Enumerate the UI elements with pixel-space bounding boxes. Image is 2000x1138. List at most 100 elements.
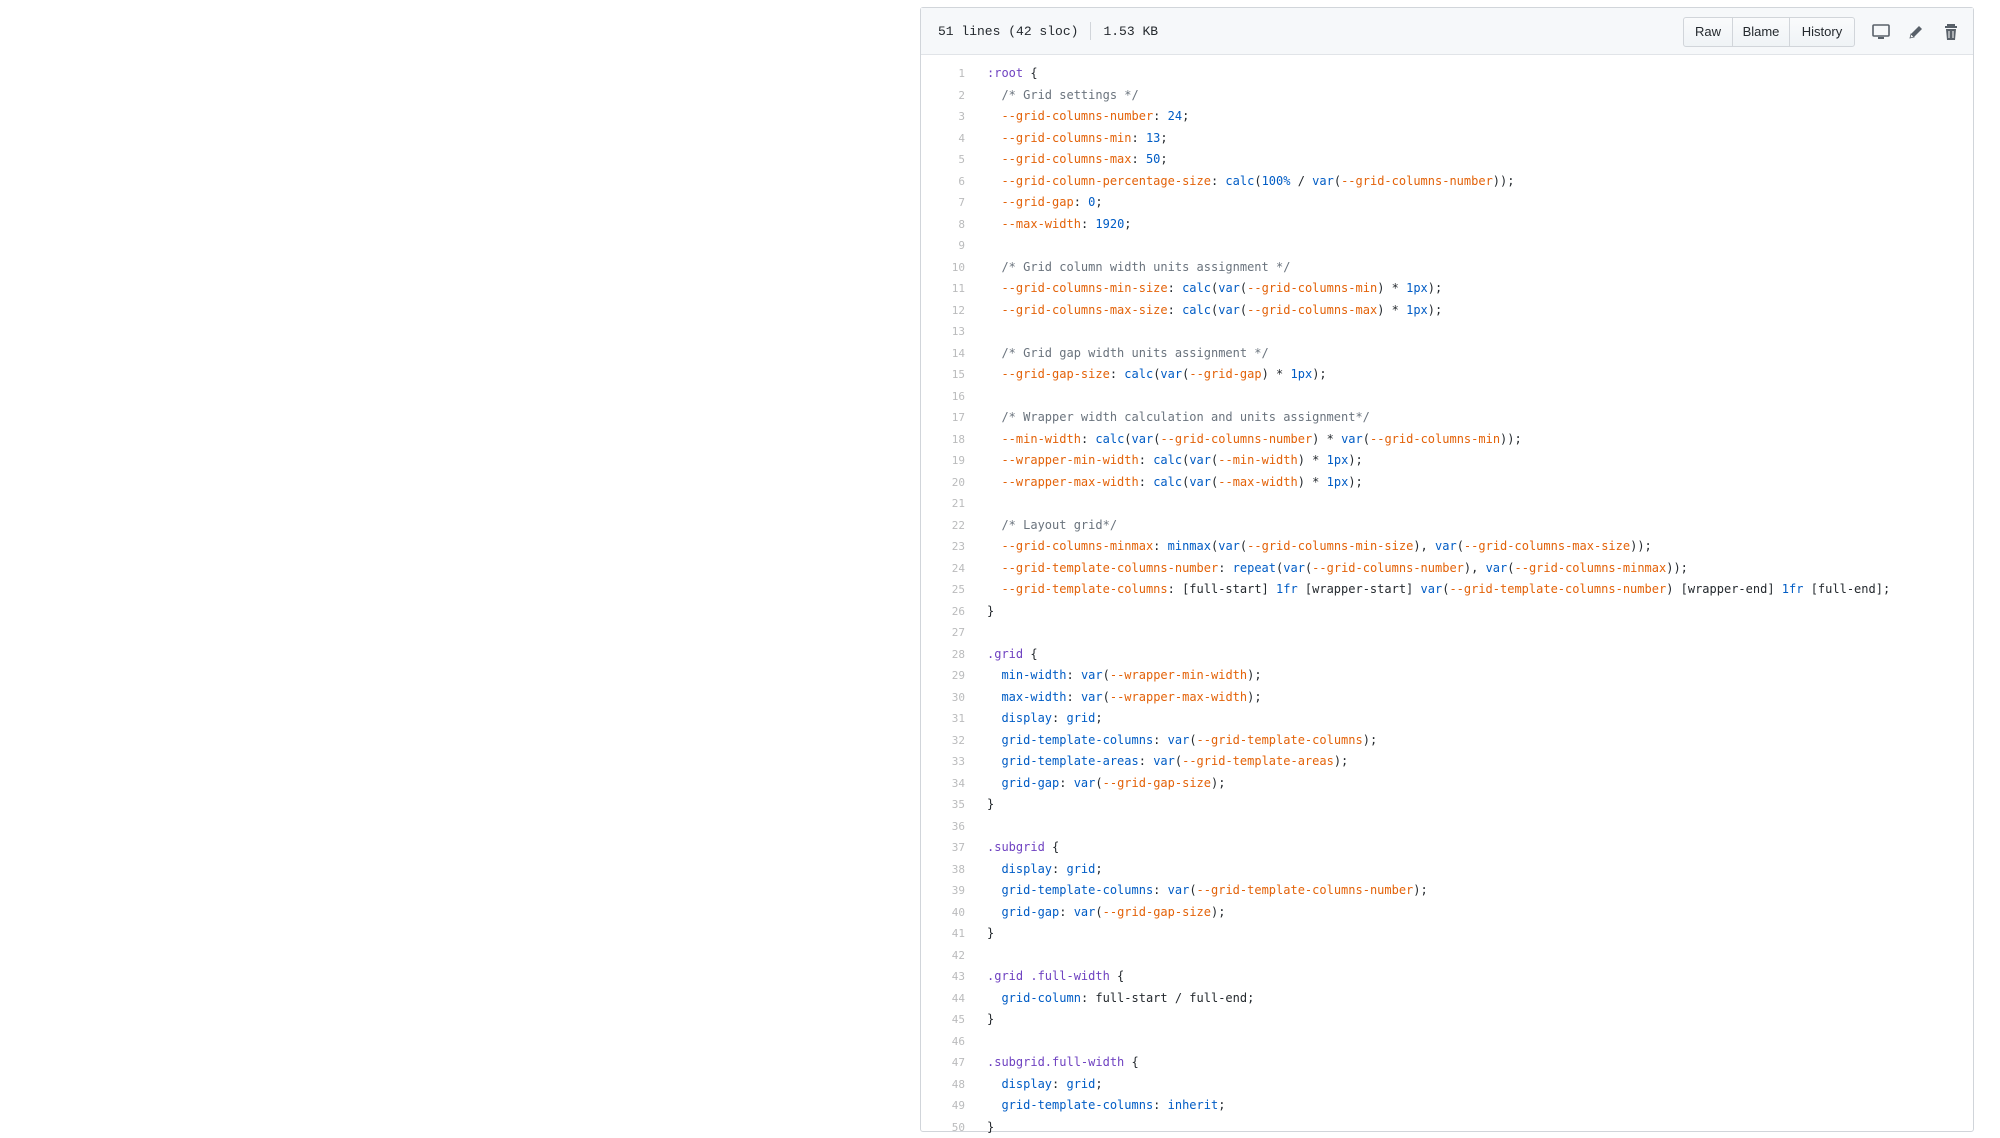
desktop-icon[interactable]: [1871, 22, 1891, 42]
line-number[interactable]: 21: [921, 493, 965, 515]
code-token: [987, 174, 1001, 188]
code-token: [987, 905, 1001, 919]
line-number[interactable]: 47: [921, 1052, 965, 1074]
code-token: var: [1486, 561, 1508, 575]
line-number[interactable]: 3: [921, 106, 965, 128]
line-number[interactable]: 15: [921, 364, 965, 386]
line-number[interactable]: 34: [921, 773, 965, 795]
line-number[interactable]: 49: [921, 1095, 965, 1117]
line-number[interactable]: 12: [921, 300, 965, 322]
code-token: --grid-columns-min: [1001, 131, 1131, 145]
line-number[interactable]: 45: [921, 1009, 965, 1031]
line-number[interactable]: 1: [921, 63, 965, 85]
code-token: calc: [1153, 475, 1182, 489]
code-token: var: [1435, 539, 1457, 553]
line-number[interactable]: 28: [921, 644, 965, 666]
code-token: 1px: [1327, 475, 1349, 489]
line-number[interactable]: 17: [921, 407, 965, 429]
code-token: :: [1139, 453, 1153, 467]
line-number[interactable]: 14: [921, 343, 965, 365]
line-number[interactable]: 39: [921, 880, 965, 902]
history-button[interactable]: History: [1789, 17, 1855, 47]
line-number[interactable]: 27: [921, 622, 965, 644]
code-token: [987, 131, 1001, 145]
line-number[interactable]: 2: [921, 85, 965, 107]
code-line: 7 --grid-gap: 0;: [921, 192, 1973, 214]
line-number[interactable]: 43: [921, 966, 965, 988]
line-number[interactable]: 48: [921, 1074, 965, 1096]
line-number[interactable]: 26: [921, 601, 965, 623]
pencil-icon[interactable]: [1906, 22, 1926, 42]
line-number[interactable]: 38: [921, 859, 965, 881]
line-number[interactable]: 50: [921, 1117, 965, 1138]
line-number[interactable]: 19: [921, 450, 965, 472]
raw-button[interactable]: Raw: [1683, 17, 1733, 47]
line-number[interactable]: 8: [921, 214, 965, 236]
line-number[interactable]: 5: [921, 149, 965, 171]
line-number[interactable]: 24: [921, 558, 965, 580]
code-token: ;: [1095, 862, 1102, 876]
code-token: [987, 690, 1001, 704]
line-number[interactable]: 37: [921, 837, 965, 859]
line-number[interactable]: 30: [921, 687, 965, 709]
line-number[interactable]: 18: [921, 429, 965, 451]
code-token: ));: [1666, 561, 1688, 575]
line-number[interactable]: 4: [921, 128, 965, 150]
line-number[interactable]: 20: [921, 472, 965, 494]
code-token: .subgrid.full-width: [987, 1055, 1124, 1069]
line-number[interactable]: 41: [921, 923, 965, 945]
code-token: grid-gap: [1001, 776, 1059, 790]
line-number[interactable]: 44: [921, 988, 965, 1010]
code-token: [987, 475, 1001, 489]
code-line: 10 /* Grid column width units assignment…: [921, 257, 1973, 279]
line-number[interactable]: 22: [921, 515, 965, 537]
code-token: :: [1066, 690, 1080, 704]
code-token: }: [987, 604, 994, 618]
code-token: :: [1052, 1077, 1066, 1091]
line-number[interactable]: 46: [921, 1031, 965, 1053]
line-number[interactable]: 9: [921, 235, 965, 257]
line-content: /* Grid gap width units assignment */: [987, 343, 1269, 365]
line-number[interactable]: 16: [921, 386, 965, 408]
code-line: 27: [921, 622, 1973, 644]
code-token: var: [1132, 432, 1154, 446]
code-token: repeat: [1233, 561, 1276, 575]
line-number[interactable]: 10: [921, 257, 965, 279]
line-number[interactable]: 25: [921, 579, 965, 601]
line-number[interactable]: 32: [921, 730, 965, 752]
line-number[interactable]: 31: [921, 708, 965, 730]
code-token: :: [1074, 195, 1088, 209]
line-number[interactable]: 42: [921, 945, 965, 967]
code-line: 23 --grid-columns-minmax: minmax(var(--g…: [921, 536, 1973, 558]
code-token: (: [1103, 690, 1110, 704]
line-number[interactable]: 13: [921, 321, 965, 343]
line-number[interactable]: 33: [921, 751, 965, 773]
line-number[interactable]: 11: [921, 278, 965, 300]
code-token: (: [1095, 905, 1102, 919]
code-token: ;: [1218, 1098, 1225, 1112]
trash-icon[interactable]: [1941, 22, 1961, 42]
line-content: --grid-columns-min-size: calc(var(--grid…: [987, 278, 1442, 300]
code-token: grid-template-columns: [1001, 733, 1153, 747]
code-token: (: [1254, 174, 1261, 188]
line-content: grid-column: full-start / full-end;: [987, 988, 1254, 1010]
line-number[interactable]: 6: [921, 171, 965, 193]
code-line: 50}: [921, 1117, 1973, 1138]
code-token: :: [1153, 539, 1167, 553]
code-token: }: [987, 926, 994, 940]
code-token: var: [1312, 174, 1334, 188]
line-number[interactable]: 7: [921, 192, 965, 214]
code-token: /* Wrapper width calculation and units a…: [987, 410, 1370, 424]
code-token: --grid-columns-max-size: [1464, 539, 1630, 553]
line-content: --grid-gap: 0;: [987, 192, 1103, 214]
line-number[interactable]: 35: [921, 794, 965, 816]
line-number[interactable]: 40: [921, 902, 965, 924]
code-line: 45}: [921, 1009, 1973, 1031]
code-line: 33 grid-template-areas: var(--grid-templ…: [921, 751, 1973, 773]
code-token: var: [1074, 776, 1096, 790]
code-line: 2 /* Grid settings */: [921, 85, 1973, 107]
line-number[interactable]: 23: [921, 536, 965, 558]
line-number[interactable]: 29: [921, 665, 965, 687]
blame-button[interactable]: Blame: [1732, 17, 1790, 47]
line-number[interactable]: 36: [921, 816, 965, 838]
